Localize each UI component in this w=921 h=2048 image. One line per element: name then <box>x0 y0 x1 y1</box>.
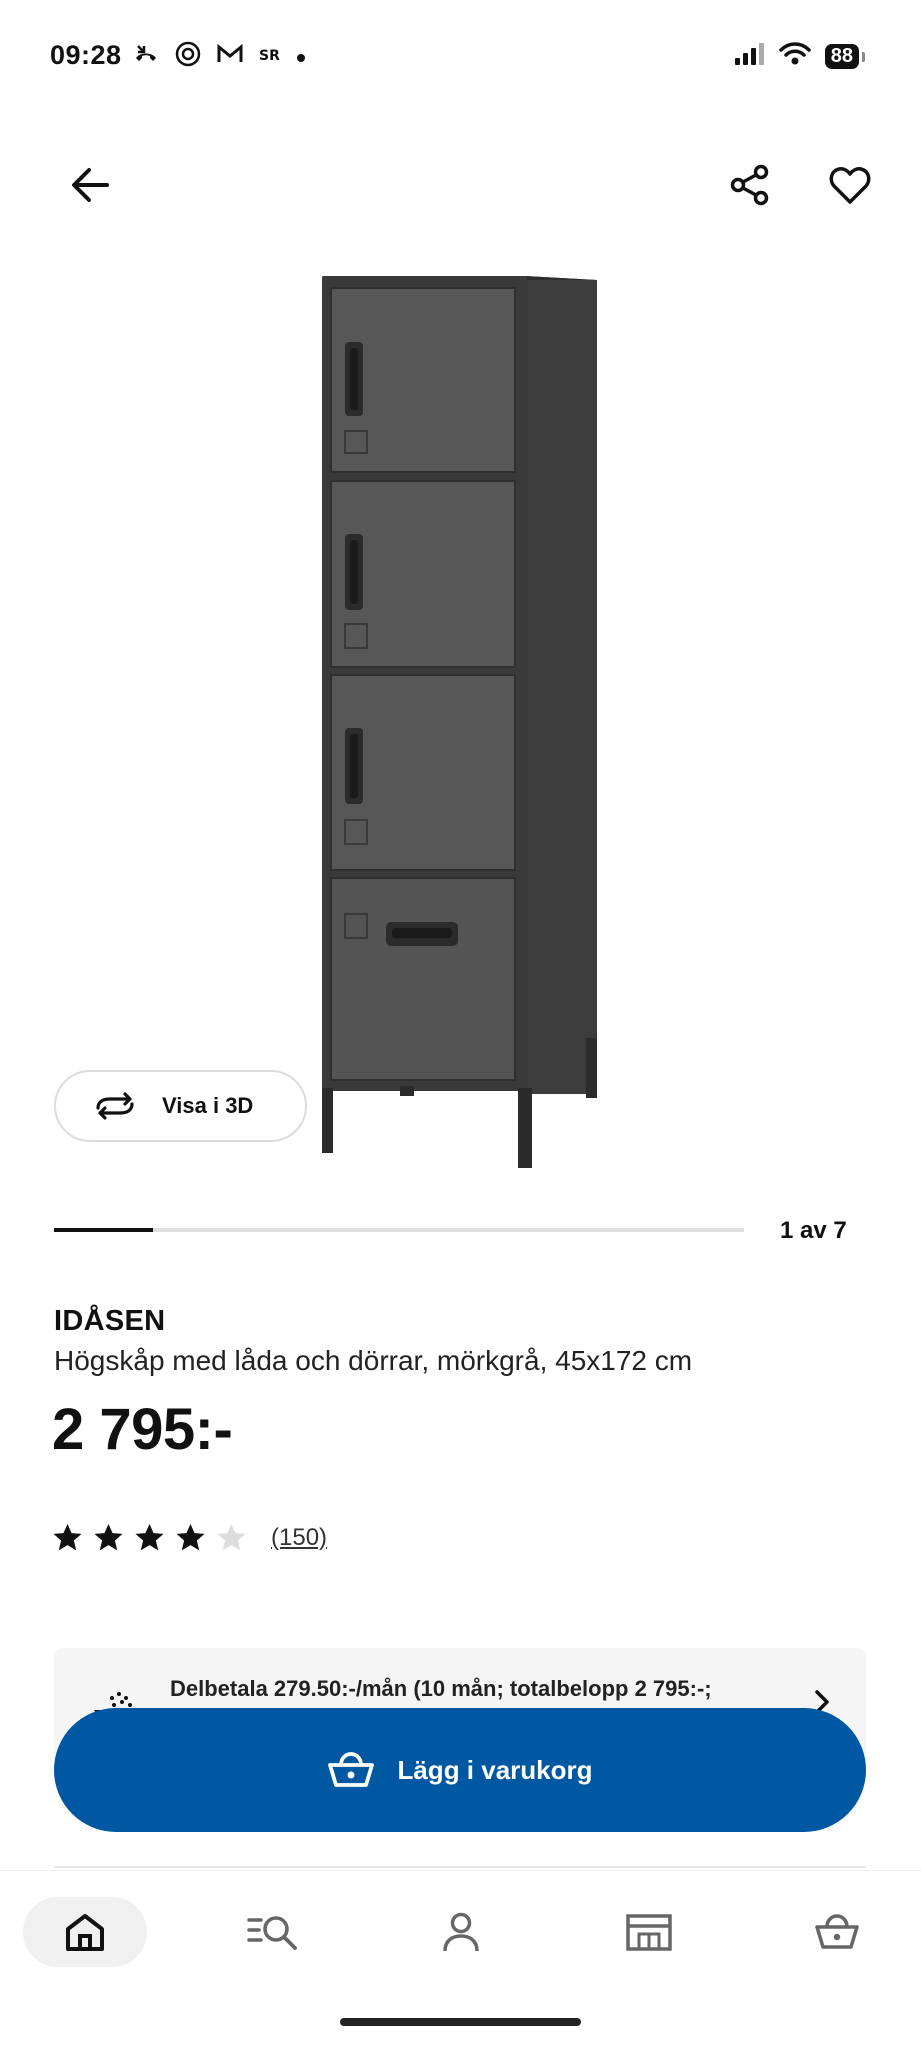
share-icon <box>730 164 769 206</box>
nav-profile[interactable] <box>399 1897 523 1967</box>
heart-icon <box>829 167 871 204</box>
product-brand: IDÅSEN <box>54 1305 166 1337</box>
battery-indicator: 88 <box>824 44 866 69</box>
home-indicator-bar <box>340 2018 581 2026</box>
nav-home[interactable] <box>23 1897 147 1967</box>
review-count-link[interactable]: (150) <box>271 1524 327 1552</box>
nav-search[interactable] <box>211 1897 335 1967</box>
installment-text: Delbetala 279.50:-/mån (10 mån; totalbel… <box>170 1676 712 1701</box>
back-button[interactable] <box>55 150 125 220</box>
star-filled-icon <box>53 1523 82 1551</box>
share-button[interactable] <box>715 150 785 220</box>
product-description: Högskåp med låda och dörrar, mörkgrå, 45… <box>54 1345 693 1376</box>
star-filled-icon <box>176 1523 205 1551</box>
add-to-cart-button[interactable]: Lägg i varukorg <box>54 1708 866 1832</box>
svg-text:SR: SR <box>259 48 280 64</box>
basket-icon <box>328 1752 375 1787</box>
product-image[interactable] <box>300 268 620 1168</box>
add-to-cart-label: Lägg i varukorg <box>397 1754 593 1785</box>
app-notification-icon: SR <box>258 43 280 73</box>
view-3d-button[interactable]: Visa i 3D <box>54 1070 307 1142</box>
star-empty-icon <box>217 1523 246 1551</box>
gallery-progress-bar[interactable] <box>54 1228 744 1232</box>
status-time: 09:28 <box>50 40 122 70</box>
home-icon <box>66 1914 104 1951</box>
missed-call-icon <box>132 40 160 76</box>
cart-icon <box>815 1914 859 1949</box>
nav-stores[interactable] <box>587 1897 711 1967</box>
more-notifications-dot-icon <box>294 43 308 73</box>
gmail-icon <box>216 40 244 76</box>
rotate-3d-icon <box>96 1092 134 1120</box>
gallery-page-indicator: 1 av 7 <box>780 1217 847 1244</box>
notification-icons: SR <box>132 40 308 76</box>
status-bar: 09:28 SR 88 <box>0 0 921 110</box>
arrow-left-icon <box>72 168 109 202</box>
section-divider <box>54 1866 866 1868</box>
search-list-icon <box>247 1916 297 1950</box>
signal-icon <box>733 42 765 71</box>
profile-icon <box>443 1912 479 1952</box>
star-filled-icon <box>94 1523 123 1551</box>
wifi-icon <box>779 42 811 71</box>
threads-icon <box>174 40 202 76</box>
product-price: 2 795:- <box>52 1397 233 1462</box>
star-filled-icon <box>135 1523 164 1551</box>
view-3d-label: Visa i 3D <box>162 1093 254 1118</box>
top-navigation <box>0 150 921 220</box>
store-icon <box>626 1914 672 1951</box>
system-status-icons: 88 <box>733 42 866 71</box>
gallery-progress-fill <box>54 1228 153 1232</box>
nav-cart[interactable] <box>775 1897 899 1967</box>
product-rating[interactable]: (150) <box>52 1522 327 1553</box>
favorite-button[interactable] <box>815 150 885 220</box>
